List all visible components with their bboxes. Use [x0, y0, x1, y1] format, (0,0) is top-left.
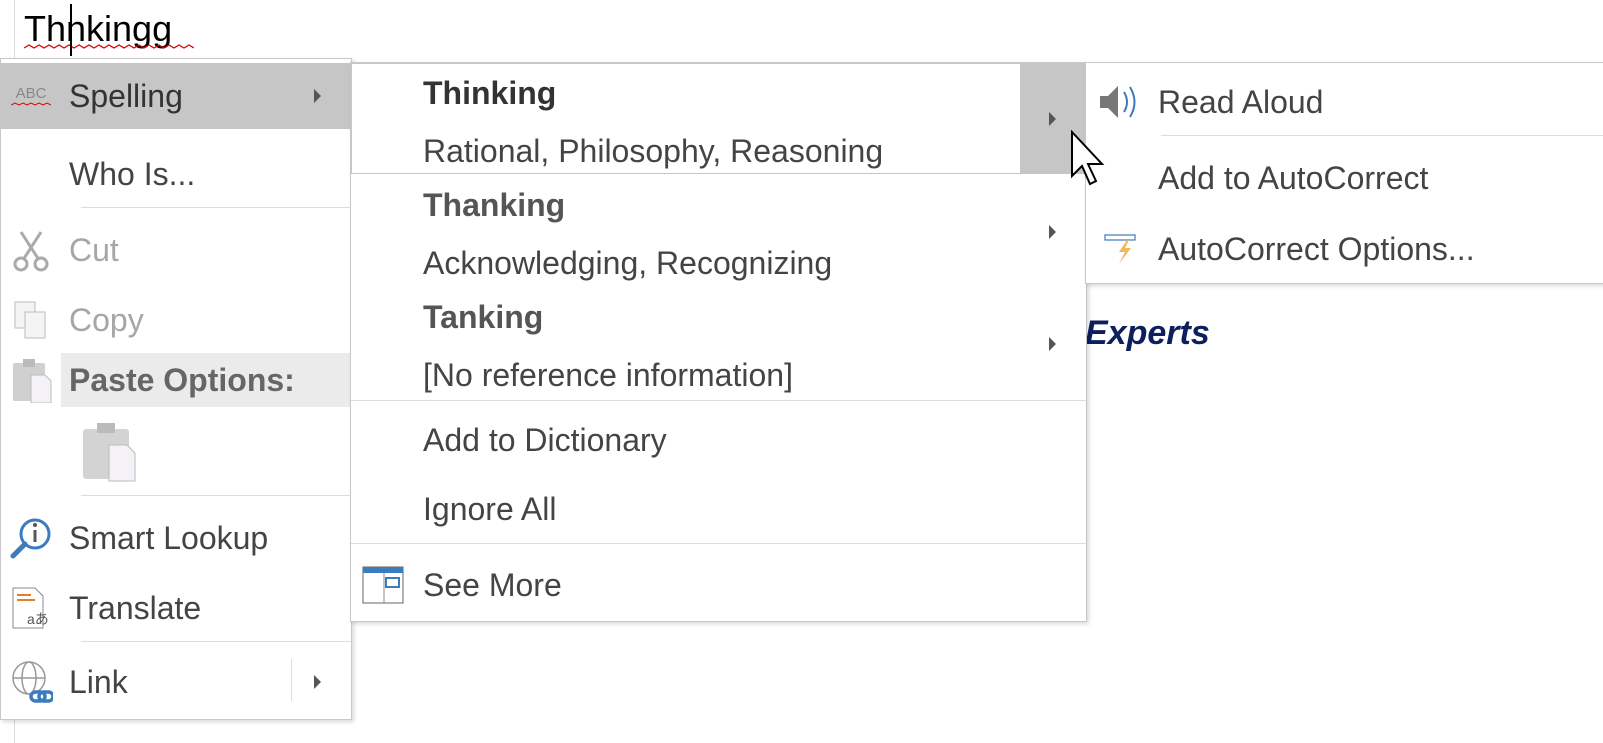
separator	[81, 207, 351, 208]
suggestion-synonyms: Rational, Philosophy, Reasoning	[423, 133, 884, 169]
ignore-all-item[interactable]: Ignore All	[351, 475, 1086, 543]
menu-item-label: Copy	[69, 301, 144, 338]
menu-item-who-is[interactable]: Who Is...	[1, 141, 351, 207]
add-to-autocorrect-item[interactable]: Add to AutoCorrect	[1086, 141, 1603, 215]
menu-item-label: Smart Lookup	[69, 519, 269, 556]
menu-item-label: Add to AutoCorrect	[1158, 159, 1429, 196]
menu-item-label: Add to Dictionary	[423, 421, 667, 458]
separator	[351, 543, 1086, 544]
suggestion-word: Thanking	[423, 187, 566, 223]
see-more-item[interactable]: See More	[351, 551, 1086, 619]
paste-options-header: Paste Options:	[1, 353, 351, 407]
paste-keep-source-button[interactable]	[79, 421, 139, 483]
suggestion-tanking[interactable]: Tanking [No reference information]	[351, 291, 1086, 399]
suggestion-word: Tanking	[423, 299, 544, 335]
see-more-pane-icon	[361, 563, 405, 607]
menu-item-copy[interactable]: Copy	[1, 285, 351, 355]
svg-text:aあ: aあ	[27, 611, 49, 627]
translate-icon: aあ	[9, 586, 53, 630]
suggestion-thinking[interactable]: Thinking Rational, Philosophy, Reasoning	[351, 63, 1086, 174]
abc-spelling-icon: ABC	[9, 74, 53, 118]
chevron-right-icon[interactable]	[1049, 337, 1056, 351]
separator	[351, 400, 1086, 401]
menu-item-label: Spelling	[69, 77, 183, 114]
chevron-right-icon	[314, 89, 321, 103]
menu-item-label: Who Is...	[69, 155, 196, 192]
globe-link-icon	[9, 660, 53, 704]
menu-item-translate[interactable]: aあ Translate	[1, 575, 351, 641]
suggestion-synonyms: Acknowledging, Recognizing	[423, 245, 833, 281]
menu-item-label: Cut	[69, 231, 119, 268]
autocorrect-options-icon	[1098, 227, 1142, 271]
suggestion-synonyms: [No reference information]	[423, 357, 793, 393]
menu-item-label: Link	[69, 663, 128, 700]
copy-icon	[9, 298, 53, 342]
smart-lookup-icon	[9, 516, 53, 560]
paste-clipboard-icon	[83, 423, 136, 482]
separator	[81, 641, 351, 642]
menu-item-label: Paste Options:	[69, 361, 295, 398]
document-text-experts: Experts	[1085, 314, 1210, 352]
split-divider	[291, 659, 292, 701]
menu-item-label: See More	[423, 566, 562, 603]
menu-item-label: Ignore All	[423, 490, 557, 527]
chevron-right-icon[interactable]	[314, 675, 321, 689]
add-to-dictionary-item[interactable]: Add to Dictionary	[351, 405, 1086, 475]
mouse-pointer-icon	[1071, 130, 1105, 186]
separator	[1161, 135, 1603, 136]
scissors-icon	[9, 228, 53, 272]
speaker-icon	[1098, 80, 1142, 124]
suggestion-thanking[interactable]: Thanking Acknowledging, Recognizing	[351, 179, 1086, 291]
menu-item-label: AutoCorrect Options...	[1158, 230, 1475, 267]
menu-item-label: Read Aloud	[1158, 83, 1324, 120]
read-aloud-item[interactable]: Read Aloud	[1086, 67, 1603, 137]
chevron-right-icon[interactable]	[1049, 225, 1056, 239]
suggestion-word: Thinking	[423, 75, 557, 111]
clipboard-icon	[9, 358, 53, 403]
menu-item-cut[interactable]: Cut	[1, 215, 351, 285]
menu-item-link[interactable]: Link	[1, 649, 351, 715]
context-menu: ABC Spelling Who Is... Cut Copy Paste Op…	[0, 58, 352, 720]
suggestion-options-submenu: Read Aloud Add to AutoCorrect AutoCorrec…	[1085, 62, 1603, 284]
menu-item-label: Translate	[69, 589, 202, 626]
separator	[81, 495, 351, 496]
spelling-submenu: Thinking Rational, Philosophy, Reasoning…	[350, 62, 1087, 622]
text-cursor	[70, 4, 72, 56]
chevron-right-icon	[1049, 112, 1056, 126]
autocorrect-options-item[interactable]: AutoCorrect Options...	[1086, 215, 1603, 283]
menu-item-smart-lookup[interactable]: Smart Lookup	[1, 505, 351, 571]
menu-item-spelling[interactable]: ABC Spelling	[1, 63, 351, 129]
spelling-squiggle	[24, 44, 194, 49]
